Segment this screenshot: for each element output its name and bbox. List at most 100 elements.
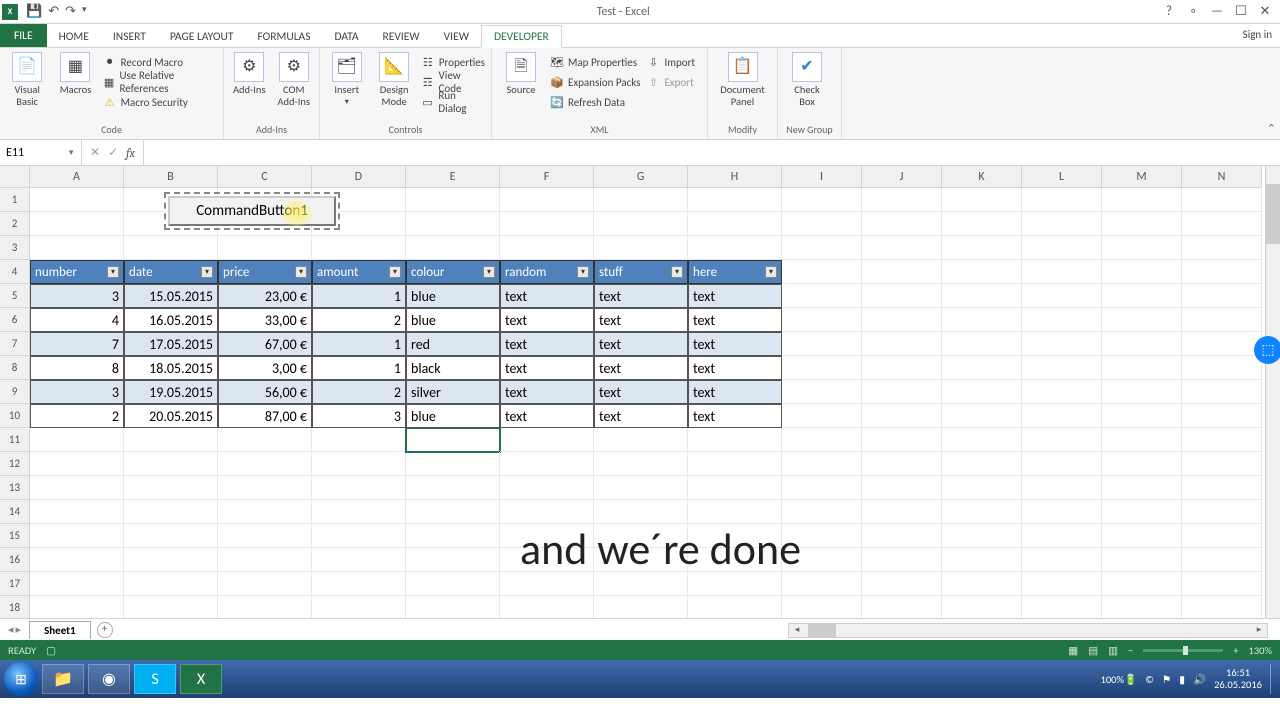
dropbox-badge-icon[interactable]: ⬚ [1254, 336, 1280, 364]
row-header-15[interactable]: 15 [0, 524, 29, 548]
col-header-A[interactable]: A [30, 166, 124, 188]
cell-C11[interactable] [218, 428, 312, 452]
cell-A17[interactable] [30, 572, 124, 596]
cell-D15[interactable] [312, 524, 406, 548]
cell-I5[interactable] [782, 284, 862, 308]
cell-C13[interactable] [218, 476, 312, 500]
cell-E4[interactable]: colour▾ [406, 260, 500, 284]
cell-A11[interactable] [30, 428, 124, 452]
col-header-F[interactable]: F [500, 166, 594, 188]
cell-F5[interactable]: text [500, 284, 594, 308]
cell-D17[interactable] [312, 572, 406, 596]
cell-B16[interactable] [124, 548, 218, 572]
cell-D11[interactable] [312, 428, 406, 452]
zoom-out-icon[interactable]: − [1128, 644, 1133, 657]
cell-C4[interactable]: price▾ [218, 260, 312, 284]
cell-N6[interactable] [1182, 308, 1262, 332]
cell-B6[interactable]: 16.05.2015 [124, 308, 218, 332]
cell-J9[interactable] [862, 380, 942, 404]
cell-D13[interactable] [312, 476, 406, 500]
col-header-E[interactable]: E [406, 166, 500, 188]
cell-K7[interactable] [942, 332, 1022, 356]
cell-K2[interactable] [942, 212, 1022, 236]
ribbon-options-icon[interactable]: ▫ [1184, 4, 1202, 19]
insert-control-button[interactable]: 🗂Insert▾ [326, 52, 367, 106]
cell-A1[interactable] [30, 188, 124, 212]
tab-formulas[interactable]: FORMULAS [245, 26, 322, 47]
cell-E8[interactable]: black [406, 356, 500, 380]
cell-I3[interactable] [782, 236, 862, 260]
cell-M12[interactable] [1102, 452, 1182, 476]
cell-F6[interactable]: text [500, 308, 594, 332]
col-header-B[interactable]: B [124, 166, 218, 188]
com-addins-button[interactable]: ⚙COM Add-Ins [275, 52, 314, 107]
cell-B4[interactable]: date▾ [124, 260, 218, 284]
cell-A12[interactable] [30, 452, 124, 476]
cell-L2[interactable] [1022, 212, 1102, 236]
col-header-C[interactable]: C [218, 166, 312, 188]
row-header-18[interactable]: 18 [0, 596, 29, 620]
tab-developer[interactable]: DEVELOPER [481, 25, 562, 48]
cell-I7[interactable] [782, 332, 862, 356]
cell-G12[interactable] [594, 452, 688, 476]
cell-K17[interactable] [942, 572, 1022, 596]
cell-N8[interactable] [1182, 356, 1262, 380]
cell-M13[interactable] [1102, 476, 1182, 500]
col-header-G[interactable]: G [594, 166, 688, 188]
col-header-H[interactable]: H [688, 166, 782, 188]
sheet-tab-sheet1[interactable]: Sheet1 [29, 621, 91, 639]
cell-B9[interactable]: 19.05.2015 [124, 380, 218, 404]
cell-J5[interactable] [862, 284, 942, 308]
cell-G8[interactable]: text [594, 356, 688, 380]
cell-D12[interactable] [312, 452, 406, 476]
cell-M18[interactable] [1102, 596, 1182, 620]
cell-N15[interactable] [1182, 524, 1262, 548]
cell-M2[interactable] [1102, 212, 1182, 236]
cell-N5[interactable] [1182, 284, 1262, 308]
filter-dropdown-icon[interactable]: ▾ [295, 266, 307, 278]
cell-H3[interactable] [688, 236, 782, 260]
cell-C6[interactable]: 33,00 € [218, 308, 312, 332]
col-header-J[interactable]: J [862, 166, 942, 188]
sign-in-link[interactable]: Sign in [1243, 28, 1272, 41]
cell-L9[interactable] [1022, 380, 1102, 404]
cell-D7[interactable]: 1 [312, 332, 406, 356]
view-normal-icon[interactable]: ▦ [1068, 644, 1078, 657]
cell-I18[interactable] [782, 596, 862, 620]
addins-button[interactable]: ⚙Add-Ins [230, 52, 269, 96]
cell-D4[interactable]: amount▾ [312, 260, 406, 284]
cell-G4[interactable]: stuff▾ [594, 260, 688, 284]
cell-I13[interactable] [782, 476, 862, 500]
row-header-6[interactable]: 6 [0, 308, 29, 332]
view-pagelayout-icon[interactable]: ▤ [1088, 644, 1098, 657]
cell-C9[interactable]: 56,00 € [218, 380, 312, 404]
import-button[interactable]: ⇩Import [646, 52, 695, 72]
cell-G7[interactable]: text [594, 332, 688, 356]
cell-K6[interactable] [942, 308, 1022, 332]
cell-A6[interactable]: 4 [30, 308, 124, 332]
cell-F13[interactable] [500, 476, 594, 500]
redo-icon[interactable]: ↷ [65, 4, 76, 19]
filter-dropdown-icon[interactable]: ▾ [389, 266, 401, 278]
tab-home[interactable]: HOME [47, 26, 101, 47]
cell-N1[interactable] [1182, 188, 1262, 212]
select-all-triangle[interactable] [0, 166, 29, 188]
cell-J12[interactable] [862, 452, 942, 476]
cell-I10[interactable] [782, 404, 862, 428]
cell-C7[interactable]: 67,00 € [218, 332, 312, 356]
cell-N18[interactable] [1182, 596, 1262, 620]
col-header-M[interactable]: M [1102, 166, 1182, 188]
minimize-icon[interactable]: — [1208, 4, 1226, 19]
cell-E3[interactable] [406, 236, 500, 260]
row-header-16[interactable]: 16 [0, 548, 29, 572]
cell-L4[interactable] [1022, 260, 1102, 284]
cell-D16[interactable] [312, 548, 406, 572]
sheet-nav-last-icon[interactable]: ▸ [16, 623, 22, 636]
cell-C10[interactable]: 87,00 € [218, 404, 312, 428]
cell-D6[interactable]: 2 [312, 308, 406, 332]
cell-M16[interactable] [1102, 548, 1182, 572]
row-header-11[interactable]: 11 [0, 428, 29, 452]
help-icon[interactable]: ? [1160, 4, 1178, 19]
name-box[interactable]: E11▼ [0, 140, 82, 165]
cell-H12[interactable] [688, 452, 782, 476]
